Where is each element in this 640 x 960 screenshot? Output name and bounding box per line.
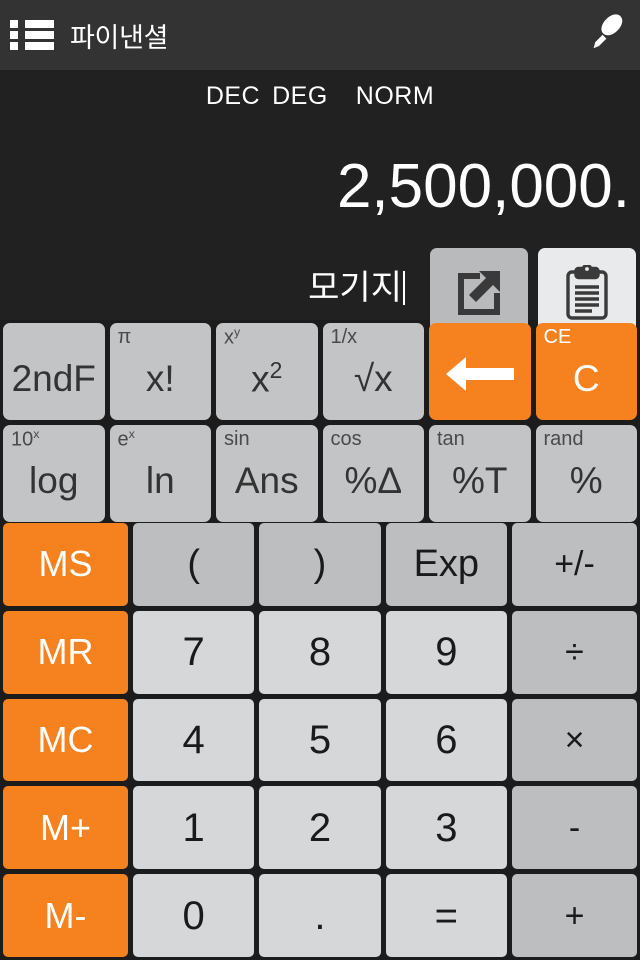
keypad-key-ms[interactable]: MS — [3, 523, 128, 606]
keypad-key-0[interactable]: 0 — [133, 874, 255, 957]
keypad-key-mr[interactable]: MR — [3, 610, 128, 694]
menu-line — [10, 31, 54, 39]
function-key-secondary-label: CE — [543, 326, 572, 348]
mode-deg: DEG — [272, 82, 328, 110]
function-key-label: 2ndF — [11, 358, 96, 399]
function-key-secondary-superscript: y — [234, 325, 241, 339]
keypad-key-m[interactable]: M- — [3, 874, 128, 957]
backspace-arrow-icon — [444, 355, 516, 399]
menu-line — [10, 20, 54, 28]
function-key-secondary-label: xy — [224, 325, 241, 349]
menu-bullet — [10, 42, 18, 50]
function-key-label: √x — [353, 358, 393, 399]
function-key-label: x! — [145, 358, 175, 399]
keypad-key-minus[interactable]: - — [512, 786, 637, 870]
list-menu-icon[interactable] — [10, 18, 54, 52]
function-key-label: x2 — [251, 357, 283, 400]
function-key-secondary-superscript: x — [33, 427, 40, 441]
function-key-label: % — [569, 460, 603, 501]
display-sub-row: 모기지 — [0, 240, 640, 340]
keypad-key-sign-toggle[interactable]: +/- — [512, 523, 637, 606]
keypad-key-7[interactable]: 7 — [133, 610, 255, 694]
sub-label-text: 모기지 — [308, 269, 402, 307]
menu-line — [10, 42, 54, 50]
function-key-secondary-label: 1/x — [330, 326, 358, 348]
function-key-label: C — [572, 358, 600, 399]
mode-norm: NORM — [355, 82, 435, 110]
function-key-label: %Δ — [344, 460, 403, 501]
function-key-secondary-label: cos — [330, 428, 362, 450]
clipboard-paste-icon — [566, 265, 608, 320]
keypad-key-divide[interactable]: ÷ — [512, 610, 637, 694]
keypad-key-5[interactable]: 5 — [259, 698, 381, 782]
display-sub-label: 모기지 — [308, 260, 405, 309]
function-key-ln[interactable]: ex ln — [109, 425, 211, 522]
function-key-ans[interactable]: sin Ans — [216, 425, 318, 522]
app-title: 파이낸셜 — [70, 22, 169, 53]
function-key-label: log — [29, 460, 79, 501]
function-key-fkey-11[interactable]: rand% — [535, 425, 637, 522]
function-key-secondary-label: ex — [117, 427, 135, 451]
function-keypad: 2ndF π x! xy x2 1/x √x CE C 10x log ex ln sin Ans cos %Δ… — [0, 320, 640, 523]
function-key-secondary-label: 10x — [11, 427, 40, 451]
function-key-superscript: 2 — [269, 357, 283, 384]
menu-bar — [25, 31, 54, 39]
keypad-key-4[interactable]: 4 — [133, 698, 255, 782]
share-external-link-icon — [458, 271, 500, 315]
function-key-label: ln — [145, 460, 175, 501]
menu-bullet — [10, 20, 18, 28]
keypad-key-m+[interactable]: M+ — [3, 786, 128, 870]
main-keypad: MS() Exp +/- MR 7 8 9 ÷ MC 4 5 6 × M+ 1 2 3- M- 0. = + — [0, 523, 640, 960]
text-caret — [403, 271, 405, 305]
app-bar: 파이낸셜 — [0, 0, 640, 70]
menu-bar — [25, 42, 54, 50]
keypad-key-3[interactable]: 3 — [385, 786, 507, 870]
function-key-x[interactable]: xy x2 — [216, 323, 318, 420]
mode-dec: DEC — [205, 82, 261, 110]
keypad-key-mc[interactable]: MC — [3, 698, 128, 782]
keypad-key-9[interactable]: 9 — [385, 610, 507, 694]
keypad-key-8[interactable]: 8 — [259, 610, 381, 694]
function-key-secondary-label: rand — [543, 428, 584, 450]
function-key-x[interactable]: 1/x √x — [322, 323, 424, 420]
function-key-fkey-9[interactable]: cos %Δ — [322, 425, 424, 522]
function-key-x[interactable]: π x! — [109, 323, 211, 420]
menu-bar — [25, 20, 54, 28]
function-key-label: %T — [452, 460, 508, 501]
keypad-key-6[interactable]: 6 — [385, 698, 507, 782]
keypad-key-exp[interactable]: Exp — [385, 523, 507, 606]
function-key-log[interactable]: 10x log — [3, 425, 105, 522]
keypad-key-decimal-point[interactable]: . — [259, 874, 381, 957]
keypad-key-1[interactable]: 1 — [133, 786, 255, 870]
function-key-backspace[interactable] — [429, 323, 531, 420]
calculator-display: DEC DEG NORM 2,500,000. 모기지 — [0, 70, 640, 340]
keypad-key-multiply[interactable]: × — [512, 698, 637, 782]
keypad-key-plus[interactable]: + — [512, 874, 637, 957]
function-key-label: Ans — [234, 460, 299, 501]
display-value: 2,500,000. — [336, 152, 630, 221]
keypad-key-open-paren[interactable]: ( — [133, 523, 255, 606]
function-key-secondary-label: tan — [437, 428, 465, 450]
function-key-secondary-label: π — [117, 326, 132, 348]
menu-bullet — [10, 31, 18, 39]
keypad-key-equals[interactable]: = — [385, 874, 507, 957]
keypad-key-2[interactable]: 2 — [259, 786, 381, 870]
function-key-2ndf[interactable]: 2ndF — [3, 323, 105, 420]
highlighter-pen-icon[interactable] — [590, 12, 626, 58]
function-key-t[interactable]: tan %T — [429, 425, 531, 522]
function-key-secondary-superscript: x — [128, 427, 135, 441]
function-key-c[interactable]: CE C — [535, 323, 637, 420]
function-key-secondary-label: sin — [224, 428, 250, 450]
keypad-key-close-paren[interactable]: ) — [259, 523, 381, 606]
mode-indicators: DEC DEG NORM — [0, 82, 640, 111]
